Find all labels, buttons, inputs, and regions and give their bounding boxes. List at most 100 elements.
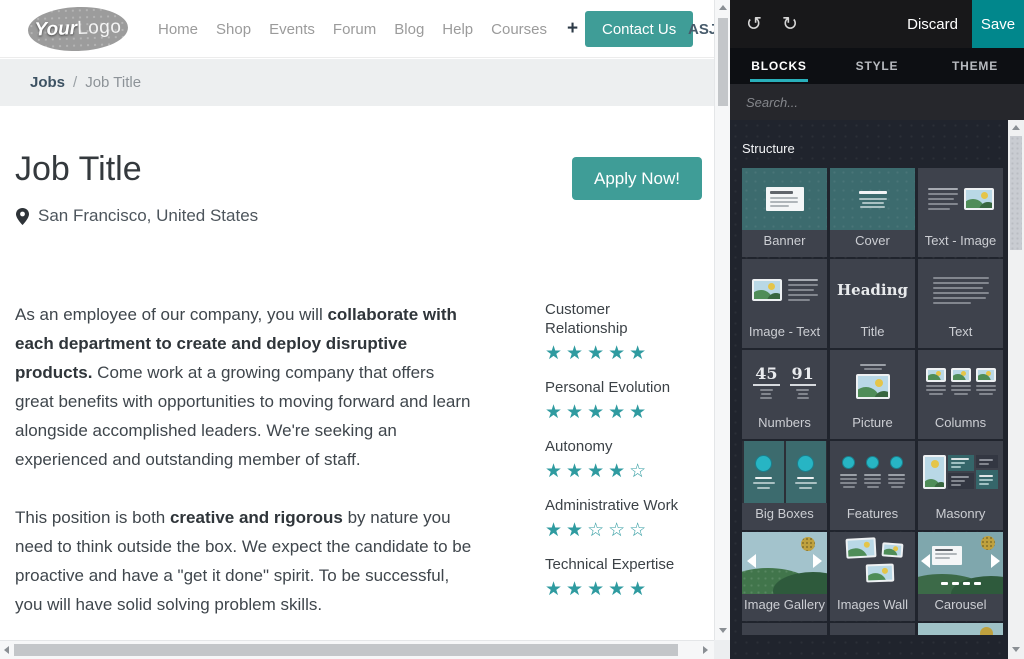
tab-theme[interactable]: THEME: [926, 48, 1024, 84]
nav-item-shop[interactable]: Shop: [216, 21, 251, 38]
logo-word-logo: Logo: [77, 16, 122, 40]
block-image-gallery[interactable]: Image Gallery: [742, 532, 827, 621]
block-label: Title: [830, 321, 915, 348]
carousel-dots: [941, 582, 981, 585]
block-cover[interactable]: Cover: [830, 168, 915, 257]
banner-thumbnail: [742, 168, 827, 230]
paragraph-text: This position is both: [15, 508, 170, 527]
nav-item-events[interactable]: Events: [269, 21, 315, 38]
block-title[interactable]: Heading Title: [830, 259, 915, 348]
scroll-up-arrow[interactable]: [719, 5, 727, 10]
block-partial-2[interactable]: [830, 623, 915, 635]
skill-personal-evolution: Personal Evolution ★★★★★: [545, 378, 695, 424]
nav-item-courses[interactable]: Courses: [491, 21, 547, 38]
editor-topbar: ↺ ↻ Discard Save: [730, 0, 1024, 48]
panel-scroll-thumb[interactable]: [1010, 136, 1022, 250]
block-masonry[interactable]: Masonry: [918, 441, 1003, 530]
panel-scroll-down-arrow[interactable]: [1012, 647, 1020, 652]
block-label: Numbers: [742, 412, 827, 439]
page-title: Job Title: [15, 150, 142, 189]
vertical-scroll-thumb[interactable]: [718, 18, 728, 106]
skill-label: Customer Relationship: [545, 300, 695, 338]
content-vertical-scrollbar[interactable]: [714, 0, 730, 640]
block-label: Masonry: [918, 503, 1003, 530]
block-columns[interactable]: Columns: [918, 350, 1003, 439]
block-label: Text: [918, 321, 1003, 348]
site-logo[interactable]: YourLogo: [27, 5, 128, 52]
breadcrumb-current: Job Title: [85, 74, 141, 91]
images-wall-thumbnail: [830, 532, 915, 594]
panel-scroll-up-arrow[interactable]: [1012, 125, 1020, 130]
masonry-thumbnail: [918, 441, 1003, 503]
nav-item-blog[interactable]: Blog: [394, 21, 424, 38]
blocks-search-input[interactable]: [730, 95, 1024, 110]
undo-icon[interactable]: ↺: [746, 13, 762, 35]
star-rating: ★★★★☆: [545, 459, 695, 483]
content-horizontal-scrollbar[interactable]: [0, 640, 714, 659]
block-numbers[interactable]: 45 91 Numbers: [742, 350, 827, 439]
blocks-grid: Banner Cover: [742, 168, 1003, 635]
number-sample-2: 91: [790, 364, 816, 386]
block-banner[interactable]: Banner: [742, 168, 827, 257]
carousel-thumbnail: [918, 532, 1003, 594]
block-partial-1[interactable]: [742, 623, 827, 635]
number-sample-1: 45: [753, 364, 779, 386]
skills-ratings: Customer Relationship ★★★★★ Personal Evo…: [545, 300, 695, 614]
scroll-down-arrow[interactable]: [719, 628, 727, 633]
apply-now-button[interactable]: Apply Now!: [572, 157, 702, 200]
block-text-image[interactable]: Text - Image: [918, 168, 1003, 257]
tab-blocks[interactable]: BLOCKS: [730, 48, 828, 84]
block-label: Image Gallery: [742, 594, 827, 621]
block-text[interactable]: Text: [918, 259, 1003, 348]
job-description: As an employee of our company, you will …: [15, 300, 472, 619]
skill-label: Administrative Work: [545, 496, 695, 515]
carousel-next-arrow-icon: [991, 554, 1000, 568]
paragraph-text: As an employee of our company, you will: [15, 305, 327, 324]
gallery-prev-arrow-icon: [747, 554, 756, 568]
block-image-text[interactable]: Image - Text: [742, 259, 827, 348]
site-preview: YourLogo Home Shop Events Forum Blog Hel…: [0, 0, 714, 640]
star-rating: ★★★★★: [545, 577, 695, 601]
scroll-right-arrow[interactable]: [703, 646, 708, 654]
editor-tabs: BLOCKS STYLE THEME: [730, 48, 1024, 84]
add-menu-icon[interactable]: +: [567, 18, 578, 40]
star-rating: ★★★★★: [545, 341, 695, 365]
scroll-left-arrow[interactable]: [4, 646, 9, 654]
block-label: Text - Image: [918, 230, 1003, 257]
breadcrumb-separator: /: [73, 74, 77, 91]
block-carousel[interactable]: Carousel: [918, 532, 1003, 621]
numbers-thumbnail: 45 91: [742, 350, 827, 412]
contact-us-button[interactable]: Contact Us: [585, 11, 693, 47]
panel-scrollbar[interactable]: [1008, 120, 1024, 659]
star-rating: ★★☆☆☆: [545, 518, 695, 542]
nav-item-forum[interactable]: Forum: [333, 21, 376, 38]
job-paragraph-1: As an employee of our company, you will …: [15, 300, 472, 474]
skill-label: Autonomy: [545, 437, 695, 456]
block-picture[interactable]: Picture: [830, 350, 915, 439]
breadcrumb-jobs-link[interactable]: Jobs: [30, 74, 65, 91]
blocks-search: [730, 84, 1024, 120]
redo-icon[interactable]: ↻: [782, 13, 798, 35]
skill-autonomy: Autonomy ★★★★☆: [545, 437, 695, 483]
block-big-boxes[interactable]: Big Boxes: [742, 441, 827, 530]
structure-section-title: Structure: [742, 141, 795, 156]
horizontal-scroll-thumb[interactable]: [14, 644, 678, 656]
sun-icon: [980, 627, 993, 635]
discard-button[interactable]: Discard: [907, 0, 958, 48]
gallery-next-arrow-icon: [813, 554, 822, 568]
block-label: Big Boxes: [742, 503, 827, 530]
save-button[interactable]: Save: [972, 0, 1024, 48]
block-features[interactable]: Features: [830, 441, 915, 530]
breadcrumb: Jobs / Job Title: [0, 59, 714, 106]
block-label: Banner: [742, 230, 827, 257]
paragraph-bold-text: creative and rigorous: [170, 508, 343, 527]
site-navbar: YourLogo Home Shop Events Forum Blog Hel…: [0, 0, 714, 58]
nav-item-home[interactable]: Home: [158, 21, 198, 38]
logo-word-your: Your: [34, 18, 77, 41]
block-partial-3[interactable]: [918, 623, 1003, 635]
tab-style[interactable]: STYLE: [828, 48, 926, 84]
picture-thumbnail: [830, 350, 915, 412]
block-images-wall[interactable]: Images Wall: [830, 532, 915, 621]
nav-item-help[interactable]: Help: [442, 21, 473, 38]
user-initials-badge[interactable]: ASJ: [688, 0, 714, 58]
